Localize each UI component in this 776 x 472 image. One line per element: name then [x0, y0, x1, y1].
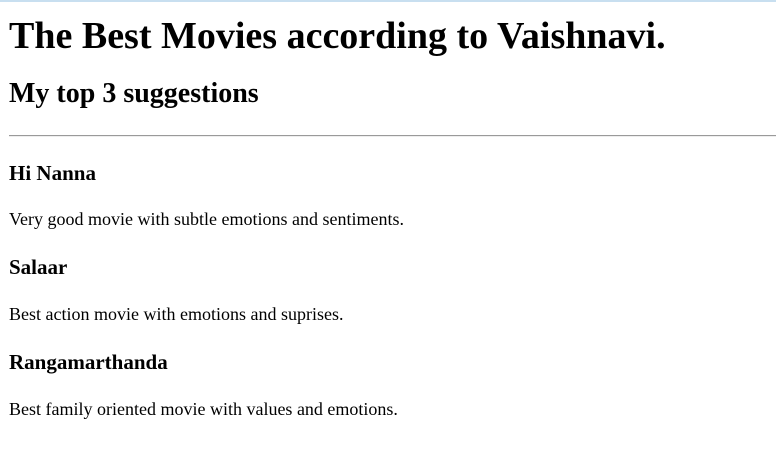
divider: [9, 135, 776, 137]
movie-item-salaar: Salaar Best action movie with emotions a…: [9, 255, 776, 325]
page-content: The Best Movies according to Vaishnavi. …: [9, 0, 776, 420]
page: The Best Movies according to Vaishnavi. …: [0, 0, 776, 472]
movie-description: Very good movie with subtle emotions and…: [9, 209, 404, 229]
movie-title: Hi Nanna: [9, 161, 96, 185]
movie-description: Best action movie with emotions and supr…: [9, 304, 344, 324]
movie-description: Best family oriented movie with values a…: [9, 399, 398, 419]
movie-item-rangamarthanda: Rangamarthanda Best family oriented movi…: [9, 350, 776, 420]
movie-item-hi-nanna: Hi Nanna Very good movie with subtle emo…: [9, 161, 776, 230]
movie-title: Salaar: [9, 255, 68, 279]
page-subtitle: My top 3 suggestions: [9, 78, 259, 109]
page-title: The Best Movies according to Vaishnavi.: [9, 15, 666, 57]
movie-title: Rangamarthanda: [9, 350, 168, 374]
